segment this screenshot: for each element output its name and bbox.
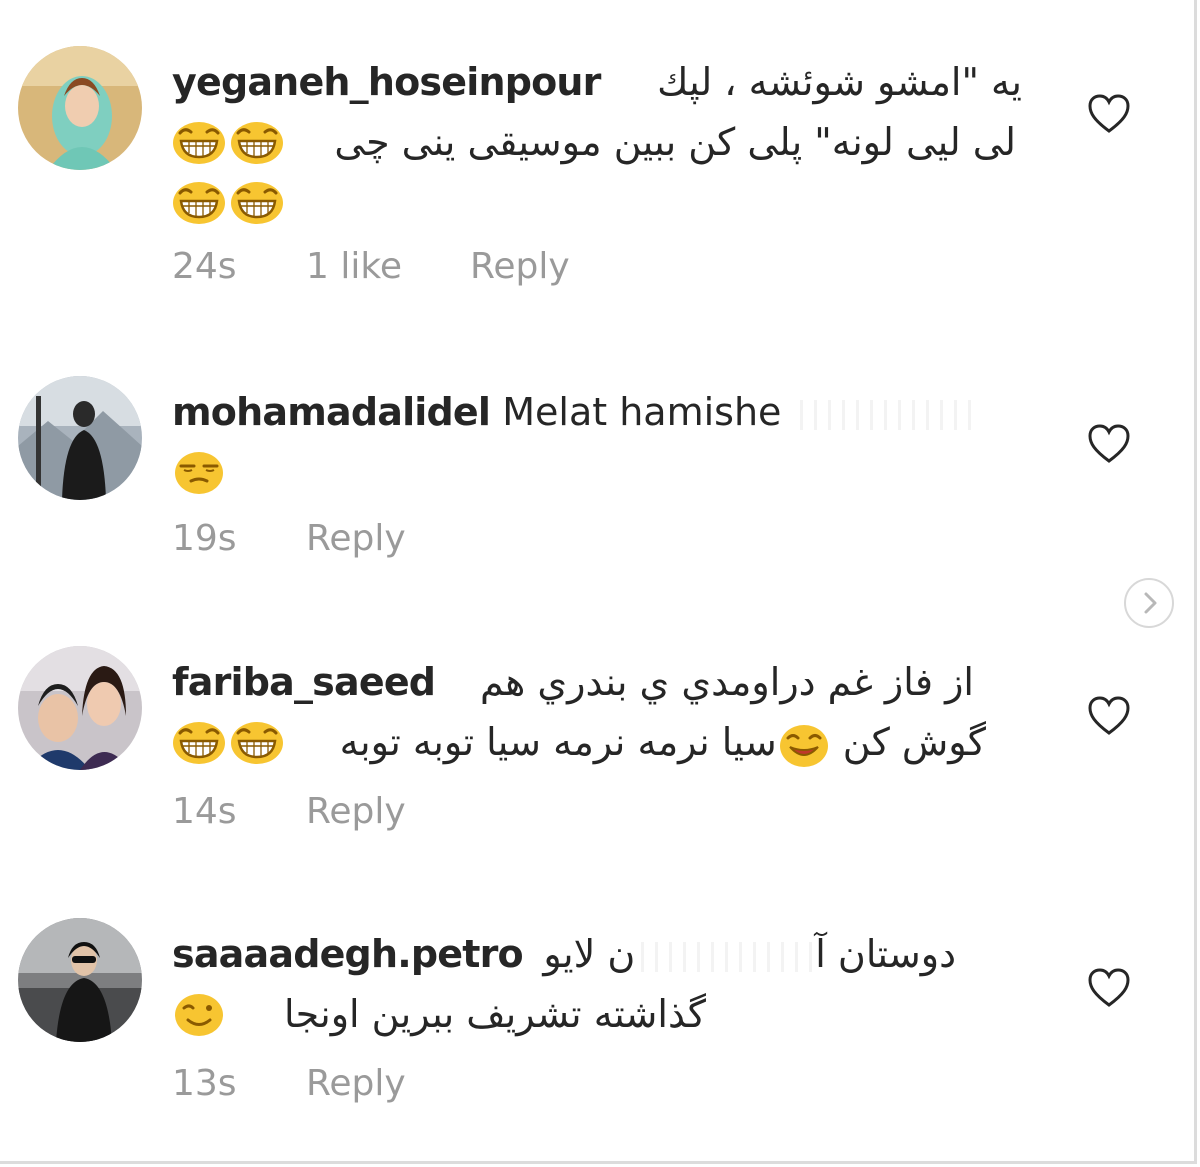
laughing-face-icon [172,120,226,165]
timestamp[interactable]: 14s [172,787,237,837]
comment-text: لی لیی لونه" پلی کن ببین موسیقی ینی چی [334,120,1016,164]
emoji-group [172,119,284,165]
reply-button[interactable]: Reply [306,514,406,564]
username[interactable]: yeganeh_hoseinpour [172,52,601,112]
like-count[interactable]: 1 like [306,242,402,292]
comment-line-1: yeganeh_hoseinpour يه "امشو شوئشه ، لپك [172,52,1022,112]
unamused-face-icon [173,450,225,495]
comment-line-1: saaaadegh.petro دوستان آن لایو [172,924,1022,984]
username[interactable]: fariba_saeed [172,652,436,712]
comment-line-1: mohamadalidel Melat hamishe [172,382,1022,442]
censored-text [635,941,816,972]
heart-outline-icon[interactable] [1088,968,1130,1008]
emoji-group [172,179,284,225]
winking-face-icon [173,992,225,1037]
emoji-group [172,991,226,1037]
comment-line-1: fariba_saeed از فاز غم دراومدي ي بندري ه… [172,652,1022,712]
reply-button[interactable]: Reply [306,787,406,837]
comment-line-2 [172,442,1022,502]
heart-outline-icon[interactable] [1088,424,1130,464]
reply-button[interactable]: Reply [470,242,570,292]
laughing-face-icon [230,720,284,765]
laughing-face-icon [230,180,284,225]
comment-text: گذاشته تشریف ببرین اونجا [284,992,706,1036]
comment-text: يه "امشو شوئشه ، لپك [657,60,1022,104]
emoji-group [172,449,226,495]
censored-text [793,399,974,430]
avatar[interactable] [18,918,142,1042]
comment-text: Melat hamishe [502,390,782,434]
chevron-right-icon [1144,592,1157,614]
comment-text: از فاز غم دراومدي ي بندري هم [479,660,974,704]
comment-line-2: گذاشته تشریف ببرین اونجا [172,984,1022,1044]
laughing-face-icon [172,720,226,765]
username[interactable]: mohamadalidel [172,390,491,434]
comment-text: دوستان آن لایو [543,932,956,976]
timestamp[interactable]: 24s [172,242,237,292]
avatar[interactable] [18,376,142,500]
laughing-face-icon [230,120,284,165]
timestamp[interactable]: 13s [172,1059,237,1109]
reply-button[interactable]: Reply [306,1059,406,1109]
smiling-face-icon [778,723,830,768]
comment-text: گوش کن سیا نرمه نرمه سیا توبه توبه [340,712,986,772]
comment-line-2: گوش کن سیا نرمه نرمه سیا توبه توبه [172,712,1022,772]
timestamp[interactable]: 19s [172,514,237,564]
comment-line-3 [172,172,1022,232]
next-button[interactable] [1124,578,1174,628]
avatar[interactable] [18,46,142,170]
heart-outline-icon[interactable] [1088,94,1130,134]
username[interactable]: saaaadegh.petro [172,924,524,984]
heart-outline-icon[interactable] [1088,696,1130,736]
comment-line-2: لی لیی لونه" پلی کن ببین موسیقی ینی چی [172,112,1022,172]
emoji-group [172,719,284,765]
avatar[interactable] [18,646,142,770]
laughing-face-icon [172,180,226,225]
